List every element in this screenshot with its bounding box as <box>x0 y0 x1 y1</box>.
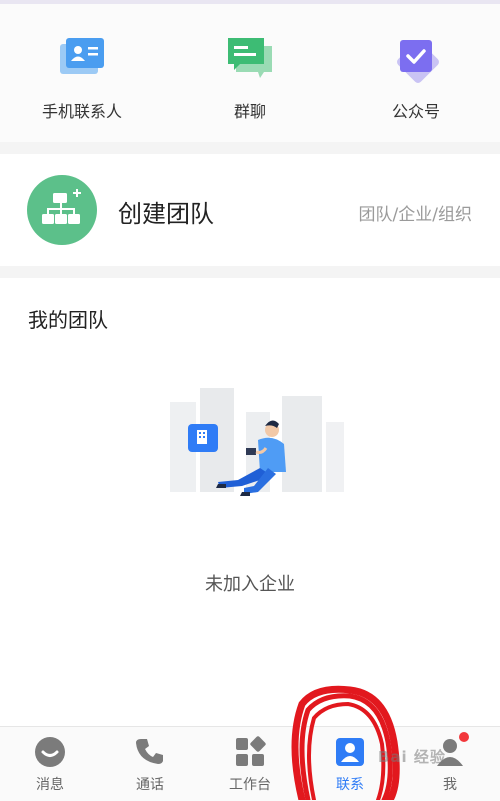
tab-contacts-label: 联系 <box>336 777 364 793</box>
message-icon <box>33 735 67 769</box>
tab-calls[interactable]: 通话 <box>100 735 200 794</box>
group-chat-label: 群聊 <box>233 102 266 121</box>
phone-icon <box>133 735 167 769</box>
quick-actions-row: 手机联系人 群聊 公众号 <box>0 4 500 142</box>
phone-contacts-icon <box>54 32 110 88</box>
phone-contacts-button[interactable]: 手机联系人 <box>12 32 152 122</box>
official-account-label: 公众号 <box>391 102 440 121</box>
official-account-button[interactable]: 公众号 <box>346 32 486 122</box>
tab-workbench-label: 工作台 <box>229 777 271 793</box>
notification-badge <box>459 732 469 742</box>
official-account-icon <box>388 32 444 88</box>
watermark: Bai 经验 <box>378 748 446 766</box>
create-team-subtitle: 团队/企业/组织 <box>358 205 472 225</box>
my-team-section: 我的团队 未加入企业 <box>0 278 500 726</box>
group-chat-icon <box>222 32 278 88</box>
empty-state-illustration <box>160 382 350 522</box>
contacts-icon <box>333 735 367 769</box>
tab-profile-label: 我 <box>443 777 457 793</box>
tab-messages-label: 消息 <box>36 777 64 793</box>
create-team-card[interactable]: 创建团队 团队/企业/组织 <box>0 154 500 266</box>
tab-messages[interactable]: 消息 <box>0 735 100 794</box>
workbench-icon <box>233 735 267 769</box>
empty-state-text: 未加入企业 <box>205 574 295 595</box>
tab-calls-label: 通话 <box>136 777 164 793</box>
org-chart-icon <box>27 175 97 245</box>
group-chat-button[interactable]: 群聊 <box>180 32 320 122</box>
tab-workbench[interactable]: 工作台 <box>200 735 300 794</box>
my-team-title: 我的团队 <box>28 308 108 332</box>
create-team-title: 创建团队 <box>118 200 214 228</box>
phone-contacts-label: 手机联系人 <box>41 102 122 121</box>
